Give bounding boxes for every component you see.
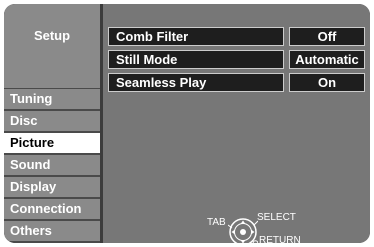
sidebar-menu: Tuning Disc Picture Sound Display Connec… [4,89,100,243]
sidebar-item-display[interactable]: Display [4,177,100,197]
sidebar-title: Setup [4,4,100,88]
settings-panel: Comb Filter Off Still Mode Automatic Sea… [103,4,370,243]
remote-hint: TAB SELECT RETURN [103,4,370,243]
setup-window: Setup Tuning Disc Picture Sound Display … [4,4,370,243]
sidebar-item-connection[interactable]: Connection [4,199,100,219]
return-hint-label: RETURN [259,235,301,243]
sidebar-item-disc[interactable]: Disc [4,111,100,131]
sidebar-item-others[interactable]: Others [4,221,100,241]
dpad-icon [228,218,258,243]
select-hint-label: SELECT [257,212,296,223]
sidebar: Setup Tuning Disc Picture Sound Display … [4,4,100,243]
sidebar-item-picture[interactable]: Picture [4,133,100,153]
sidebar-item-sound[interactable]: Sound [4,155,100,175]
tab-hint-label: TAB [207,217,226,228]
sidebar-item-tuning[interactable]: Tuning [4,89,100,109]
